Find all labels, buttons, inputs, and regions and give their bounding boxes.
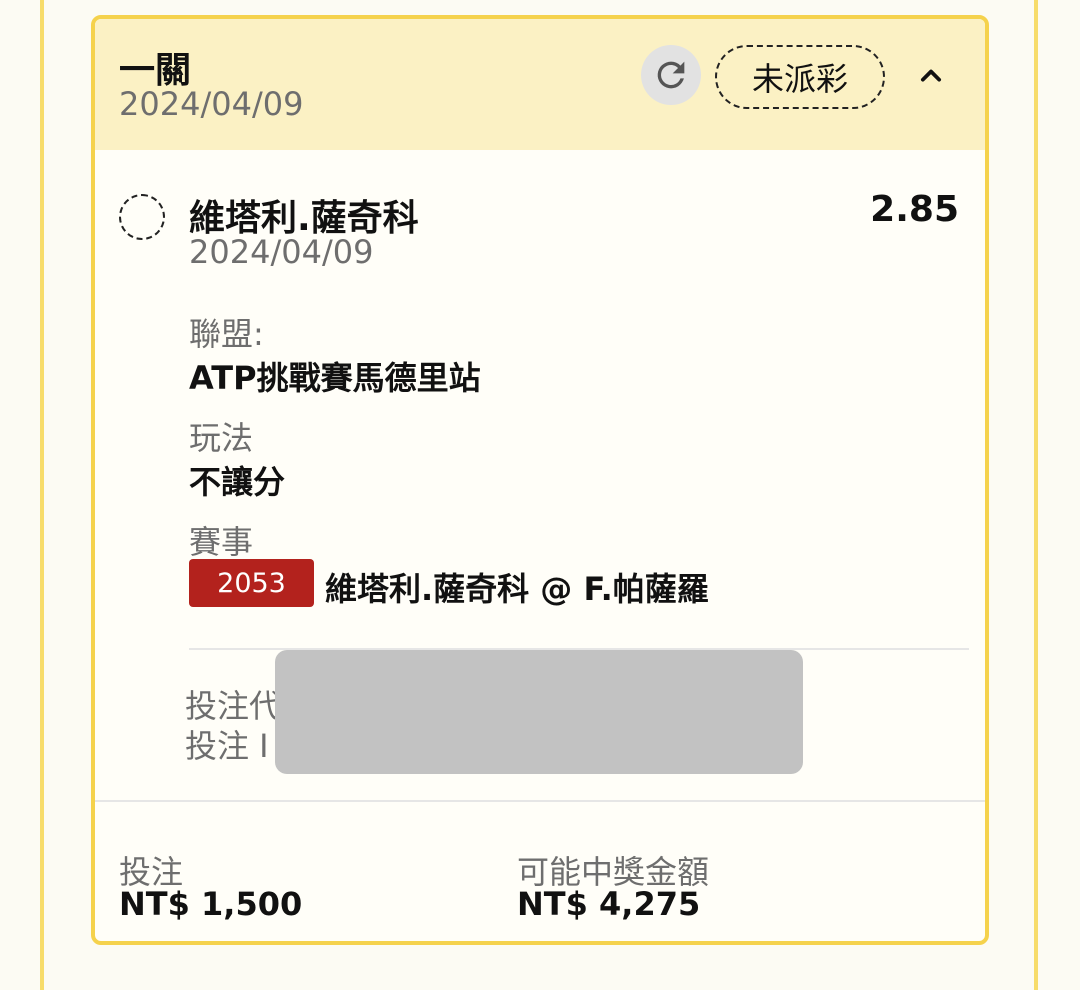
refresh-button[interactable] [641,45,701,105]
bet-card-header[interactable]: 一關 2024/04/09 未派彩 [95,19,985,150]
footer-divider [95,800,985,802]
selection-status-indicator [119,194,165,240]
collapse-button[interactable] [911,55,951,95]
bet-date: 2024/04/09 [119,85,304,123]
status-badge: 未派彩 [715,45,885,109]
refresh-icon [657,61,685,89]
league-label: 聯盟: [189,315,264,353]
redacted-area [275,650,803,774]
selection-date: 2024/04/09 [189,233,374,271]
bet-card: 一關 2024/04/09 未派彩 維塔利.薩奇科 2.85 2024/04/0… [91,15,989,945]
selection-odds: 2.85 [870,189,959,230]
market-value: 不讓分 [189,463,286,501]
chevron-up-icon [920,69,942,82]
league-value: ATP挑戰賽馬德里站 [189,359,481,397]
market-label: 玩法 [189,419,254,457]
event-name: 維塔利.薩奇科 @ F.帕薩羅 [325,570,709,608]
event-label: 賽事 [189,523,254,561]
stake-value: NT$ 1,500 [119,885,303,923]
bet-id-label: 投注 I [185,727,269,765]
payout-value: NT$ 4,275 [517,885,701,923]
event-id-badge: 2053 [189,559,314,607]
